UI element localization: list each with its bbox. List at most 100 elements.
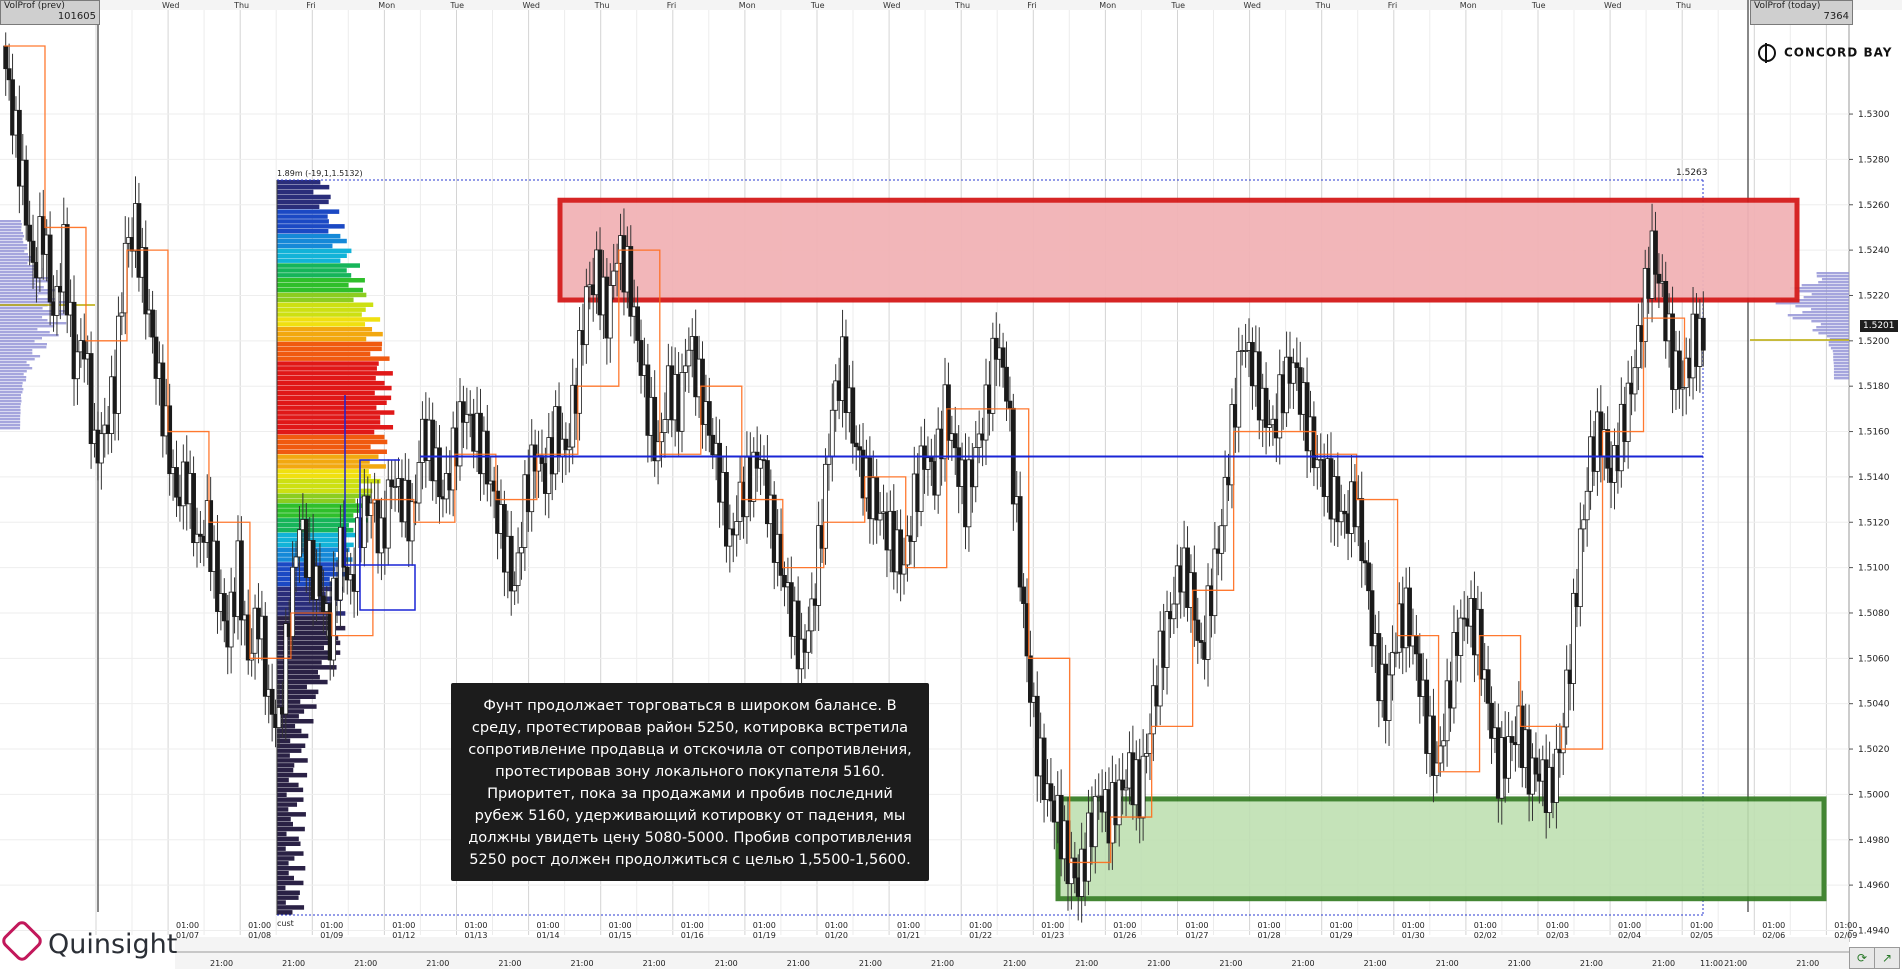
candle-body xyxy=(850,387,856,444)
vp-today-bar xyxy=(1802,311,1849,314)
vp-today-bar xyxy=(1833,365,1849,368)
vp-prev-bar xyxy=(0,253,28,256)
profile-bar xyxy=(277,278,365,283)
vp-prev-bar xyxy=(0,370,27,373)
profile-bar xyxy=(277,366,377,371)
vp-prev-bar xyxy=(0,367,33,370)
profile-bar xyxy=(277,273,352,278)
candle-body xyxy=(952,433,958,449)
profile-bar xyxy=(277,905,305,910)
last-price-tag: 1.5201 xyxy=(1860,320,1898,332)
weekday-label: Wed xyxy=(1604,1,1621,10)
vp-prev-bar xyxy=(0,316,43,319)
time-label-top: 01:00 xyxy=(537,921,560,930)
profile-bar xyxy=(277,356,390,361)
time-label-bottom: 21:00 xyxy=(1147,959,1170,968)
profile-bar xyxy=(277,180,321,185)
candle-body xyxy=(508,535,514,592)
candle-body xyxy=(119,312,125,317)
candle-body xyxy=(1048,783,1054,802)
profile-bar xyxy=(277,233,341,239)
price-chart[interactable]: 1.5300 1.5280 1.5260 1.5240 1.5220 1.5200 1.51… xyxy=(0,0,1902,969)
time-label-bottom: 21:00 xyxy=(210,959,233,968)
candle-body xyxy=(30,240,36,263)
profile-bar xyxy=(277,415,381,420)
vp-prev-bar xyxy=(0,328,38,331)
vp-prev-bar xyxy=(0,292,51,295)
vp-prev-bar xyxy=(0,364,30,367)
profile-bar xyxy=(277,488,373,494)
profile-bar xyxy=(277,670,319,675)
scroll-button[interactable]: ↗ xyxy=(1874,947,1900,969)
brand-logo: CONCORD BAY xyxy=(1758,43,1892,63)
candle-body xyxy=(64,224,70,316)
candle-body xyxy=(1171,603,1177,620)
vp-prev-bar xyxy=(0,286,44,289)
candle-body xyxy=(1653,230,1658,275)
candle-body xyxy=(150,309,155,338)
candle-body xyxy=(98,433,104,464)
date-label: 01/19 xyxy=(753,931,776,940)
candle-body xyxy=(6,68,12,81)
vp-today-bar xyxy=(1801,284,1849,287)
vp-prev-bar xyxy=(0,319,48,322)
candle-body xyxy=(826,456,832,465)
candle-body xyxy=(1390,652,1395,676)
profile-bar xyxy=(277,429,375,435)
vp-prev-bar xyxy=(0,388,24,391)
profile-bar xyxy=(277,846,286,851)
profile-bar xyxy=(277,449,387,454)
date-label: 02/03 xyxy=(1546,931,1569,940)
time-label-top: 01:00 xyxy=(753,921,776,930)
profile-bar xyxy=(277,807,289,812)
profile-bar xyxy=(277,895,299,900)
vp-today-bar xyxy=(1811,308,1849,311)
volprof-today-value: 7364 xyxy=(1823,11,1849,22)
candle-body xyxy=(635,306,641,341)
profile-bar xyxy=(277,851,304,856)
profile-bar xyxy=(277,478,381,484)
refresh-button[interactable]: ⟳ xyxy=(1849,947,1875,969)
analysis-note: Фунт продолжает торговаться в широком ба… xyxy=(451,683,929,881)
time-label-bottom: 21:00 xyxy=(787,959,810,968)
weekday-label: Fri xyxy=(306,1,316,10)
vp-prev-bar xyxy=(0,352,33,355)
date-label: 01/26 xyxy=(1113,931,1136,940)
candle-body xyxy=(1441,740,1447,747)
profile-bar xyxy=(277,238,347,244)
candle-body xyxy=(23,159,29,226)
candle-body xyxy=(1581,519,1587,530)
candle-body xyxy=(683,365,688,373)
candle-body xyxy=(143,247,149,315)
time-label-bottom: 21:00 xyxy=(643,959,666,968)
profile-bar xyxy=(277,875,294,881)
profile-bar xyxy=(277,410,395,415)
volprof-today-title: VolProf (today) xyxy=(1754,1,1821,11)
candle-body xyxy=(628,246,634,317)
candle-body xyxy=(1092,795,1098,848)
date-label: 01/23 xyxy=(1041,931,1064,940)
candle-body xyxy=(283,623,289,715)
vp-today-bar xyxy=(1833,359,1849,362)
time-label-bottom: 21:00 xyxy=(1796,959,1819,968)
vp-prev-bar xyxy=(0,226,22,229)
date-label: 01/15 xyxy=(609,931,632,940)
vp-prev-bar xyxy=(0,298,56,301)
candle-body xyxy=(437,447,442,498)
profile-bar xyxy=(277,728,302,734)
profile-bar xyxy=(277,817,291,822)
vp-prev-bar xyxy=(0,412,21,415)
profile-bar xyxy=(277,194,331,200)
profile-bar xyxy=(277,184,330,190)
candle-body xyxy=(1577,528,1583,608)
time-label-top: 01:00 xyxy=(969,921,992,930)
vp-prev-bar xyxy=(0,223,22,226)
price-tick-label: 1.5060 xyxy=(1858,654,1890,664)
date-label: 01/28 xyxy=(1258,931,1281,940)
candle-body xyxy=(1485,669,1491,704)
profile-bar xyxy=(277,292,367,298)
time-label-bottom: 21:00 xyxy=(282,959,305,968)
profile-bar xyxy=(277,483,361,489)
date-label: 01/22 xyxy=(969,931,992,940)
time-label-bottom: 21:00 xyxy=(715,959,738,968)
